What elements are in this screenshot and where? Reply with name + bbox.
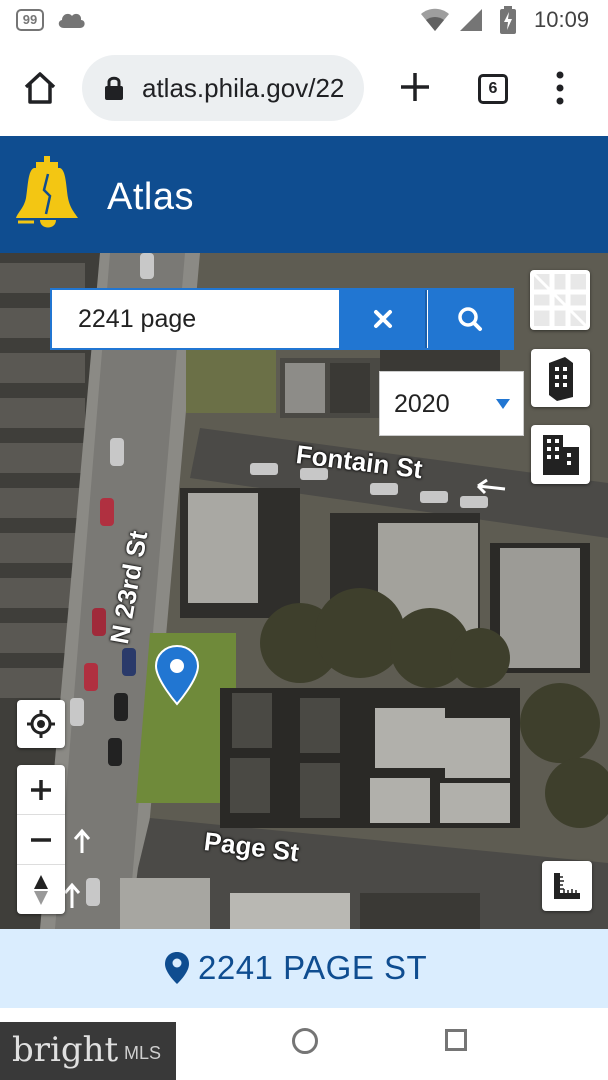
browser-toolbar: atlas.phila.gov/22 6 — [0, 40, 608, 136]
imagery-icon — [549, 357, 573, 401]
selected-address-label: 2241 PAGE ST — [198, 949, 428, 986]
basemap-icon — [532, 272, 588, 328]
clear-search-button[interactable] — [339, 290, 427, 348]
zoom-in-icon — [31, 780, 51, 800]
tab-switcher-button[interactable]: 6 — [478, 74, 508, 104]
basemap-toggle-button[interactable] — [530, 270, 590, 330]
bright-mls-watermark: bright MLS — [0, 1022, 176, 1080]
app-header: Atlas — [0, 136, 608, 253]
imagery-toggle-button[interactable] — [531, 349, 590, 407]
selected-address-bar[interactable]: 2241 PAGE ST — [0, 929, 608, 1008]
nav-home-icon[interactable] — [292, 1028, 318, 1054]
more-vert-icon[interactable] — [550, 70, 570, 106]
address-search-input[interactable] — [52, 290, 339, 348]
map-view[interactable]: Fontain St N 23rd St Page St 2020 — [0, 253, 608, 929]
zoom-controls — [17, 765, 65, 914]
wifi-icon — [421, 8, 449, 31]
map-marker-icon[interactable] — [153, 644, 201, 706]
search-button[interactable] — [428, 290, 514, 348]
watermark-suffix: MLS — [124, 1043, 162, 1063]
signal-icon — [460, 9, 482, 31]
new-tab-plus-icon[interactable] — [398, 70, 432, 104]
app-title: Atlas — [107, 176, 194, 218]
cloud-icon — [58, 13, 85, 28]
buildings-icon — [543, 435, 579, 475]
measure-tool-button[interactable] — [542, 861, 592, 911]
locate-me-button[interactable] — [17, 700, 65, 748]
buildings-toggle-button[interactable] — [531, 425, 590, 484]
liberty-bell-logo[interactable] — [14, 156, 82, 232]
imagery-year-value: 2020 — [394, 390, 450, 418]
close-icon — [374, 310, 392, 328]
url-text: atlas.phila.gov/22 — [142, 73, 345, 103]
map-pin-icon — [165, 952, 189, 984]
url-bar[interactable]: atlas.phila.gov/22 — [82, 55, 364, 121]
home-icon[interactable] — [22, 70, 58, 106]
address-search-box — [50, 288, 514, 350]
lock-icon — [105, 76, 123, 100]
aerial-imagery — [0, 253, 608, 929]
battery-charging-icon — [500, 6, 516, 34]
search-icon — [458, 307, 482, 331]
caret-down-icon — [496, 399, 510, 409]
nav-recents-icon[interactable] — [445, 1029, 467, 1051]
notification-badge-icon: 99 — [16, 9, 44, 31]
clock: 10:09 — [534, 7, 590, 32]
status-bar: 99 10:09 — [0, 0, 608, 40]
measure-icon — [554, 873, 580, 899]
phone-screen: 99 10:09 atlas.phila.gov/22 6 Atlas Font… — [0, 0, 608, 1080]
compass-button[interactable] — [17, 865, 65, 914]
locate-icon — [27, 710, 55, 738]
zoom-in-button[interactable] — [17, 765, 65, 815]
watermark-brand: bright — [12, 1030, 119, 1070]
compass-icon — [34, 875, 48, 905]
zoom-out-button[interactable] — [17, 815, 65, 865]
imagery-year-select[interactable]: 2020 — [379, 371, 524, 436]
zoom-out-icon — [31, 838, 51, 842]
